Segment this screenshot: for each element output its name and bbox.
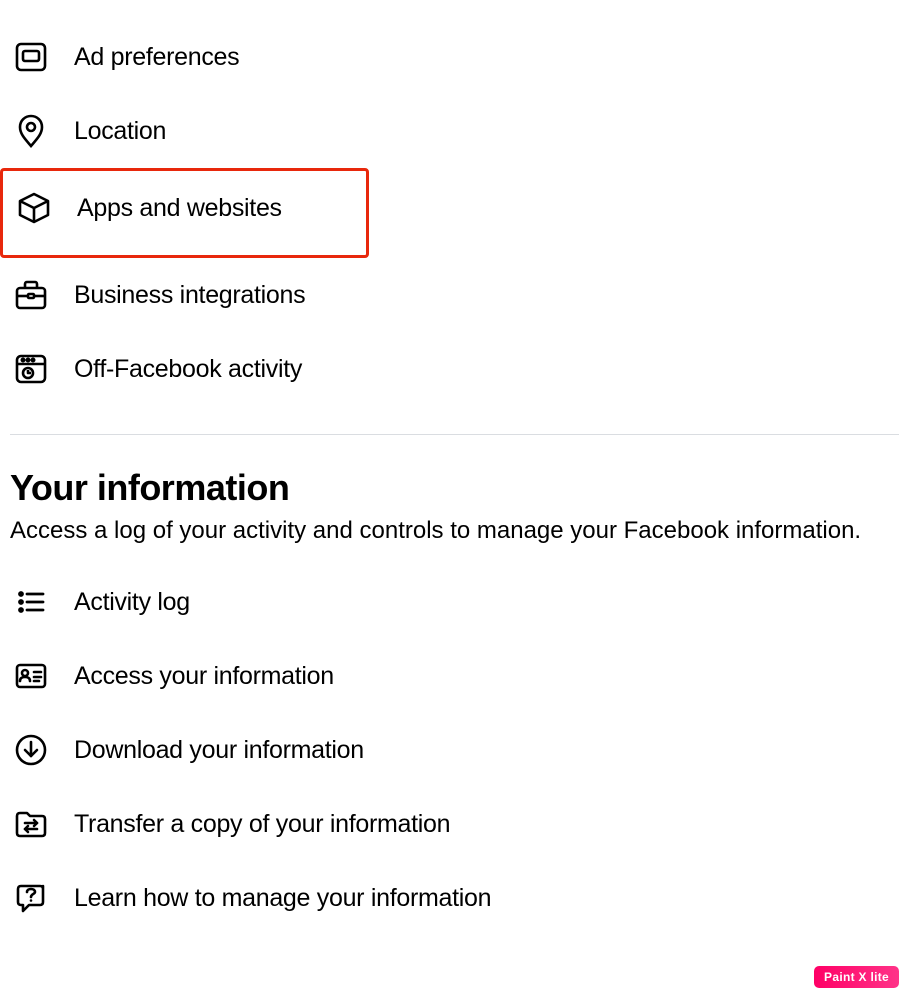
menu-item-download-info[interactable]: Download your information — [0, 713, 909, 787]
menu-item-access-info[interactable]: Access your information — [0, 639, 909, 713]
menu-label: Business integrations — [74, 281, 305, 310]
menu-label: Ad preferences — [74, 43, 239, 72]
id-card-icon — [12, 657, 50, 695]
menu-label: Activity log — [74, 588, 190, 617]
section-description: Access a log of your activity and contro… — [0, 509, 909, 565]
menu-item-apps-websites[interactable]: Apps and websites — [0, 168, 369, 258]
menu-item-off-facebook-activity[interactable]: Off-Facebook activity — [0, 332, 909, 406]
menu-item-activity-log[interactable]: Activity log — [0, 565, 909, 639]
menu-item-location[interactable]: Location — [0, 94, 909, 168]
download-icon — [12, 731, 50, 769]
folder-transfer-icon — [12, 805, 50, 843]
menu-label: Download your information — [74, 736, 364, 765]
box-icon — [15, 189, 53, 227]
watermark-badge: Paint X lite — [814, 966, 899, 988]
list-icon — [12, 583, 50, 621]
menu-item-transfer-copy[interactable]: Transfer a copy of your information — [0, 787, 909, 861]
briefcase-icon — [12, 276, 50, 314]
question-chat-icon — [12, 879, 50, 917]
menu-label: Apps and websites — [77, 194, 282, 223]
section-divider — [10, 434, 899, 435]
activity-history-icon — [12, 350, 50, 388]
menu-label: Off-Facebook activity — [74, 355, 302, 384]
menu-item-ad-preferences[interactable]: Ad preferences — [0, 20, 909, 94]
menu-label: Learn how to manage your information — [74, 884, 491, 913]
menu-item-business-integrations[interactable]: Business integrations — [0, 258, 909, 332]
menu-label: Access your information — [74, 662, 334, 691]
section-title: Your information — [0, 453, 909, 509]
menu-item-learn-manage[interactable]: Learn how to manage your information — [0, 861, 909, 935]
menu-label: Transfer a copy of your information — [74, 810, 450, 839]
ad-preferences-icon — [12, 38, 50, 76]
location-icon — [12, 112, 50, 150]
menu-label: Location — [74, 117, 166, 146]
